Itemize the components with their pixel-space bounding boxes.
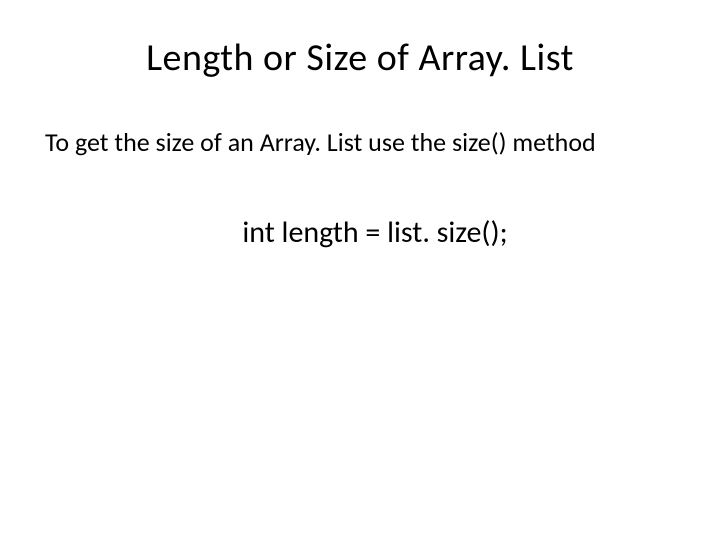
slide-title: Length or Size of Array. List: [40, 35, 680, 81]
slide-container: Length or Size of Array. List To get the…: [0, 0, 720, 540]
slide-body-text: To get the size of an Array. List use th…: [40, 126, 680, 159]
code-example: int length = list. size();: [40, 214, 680, 251]
